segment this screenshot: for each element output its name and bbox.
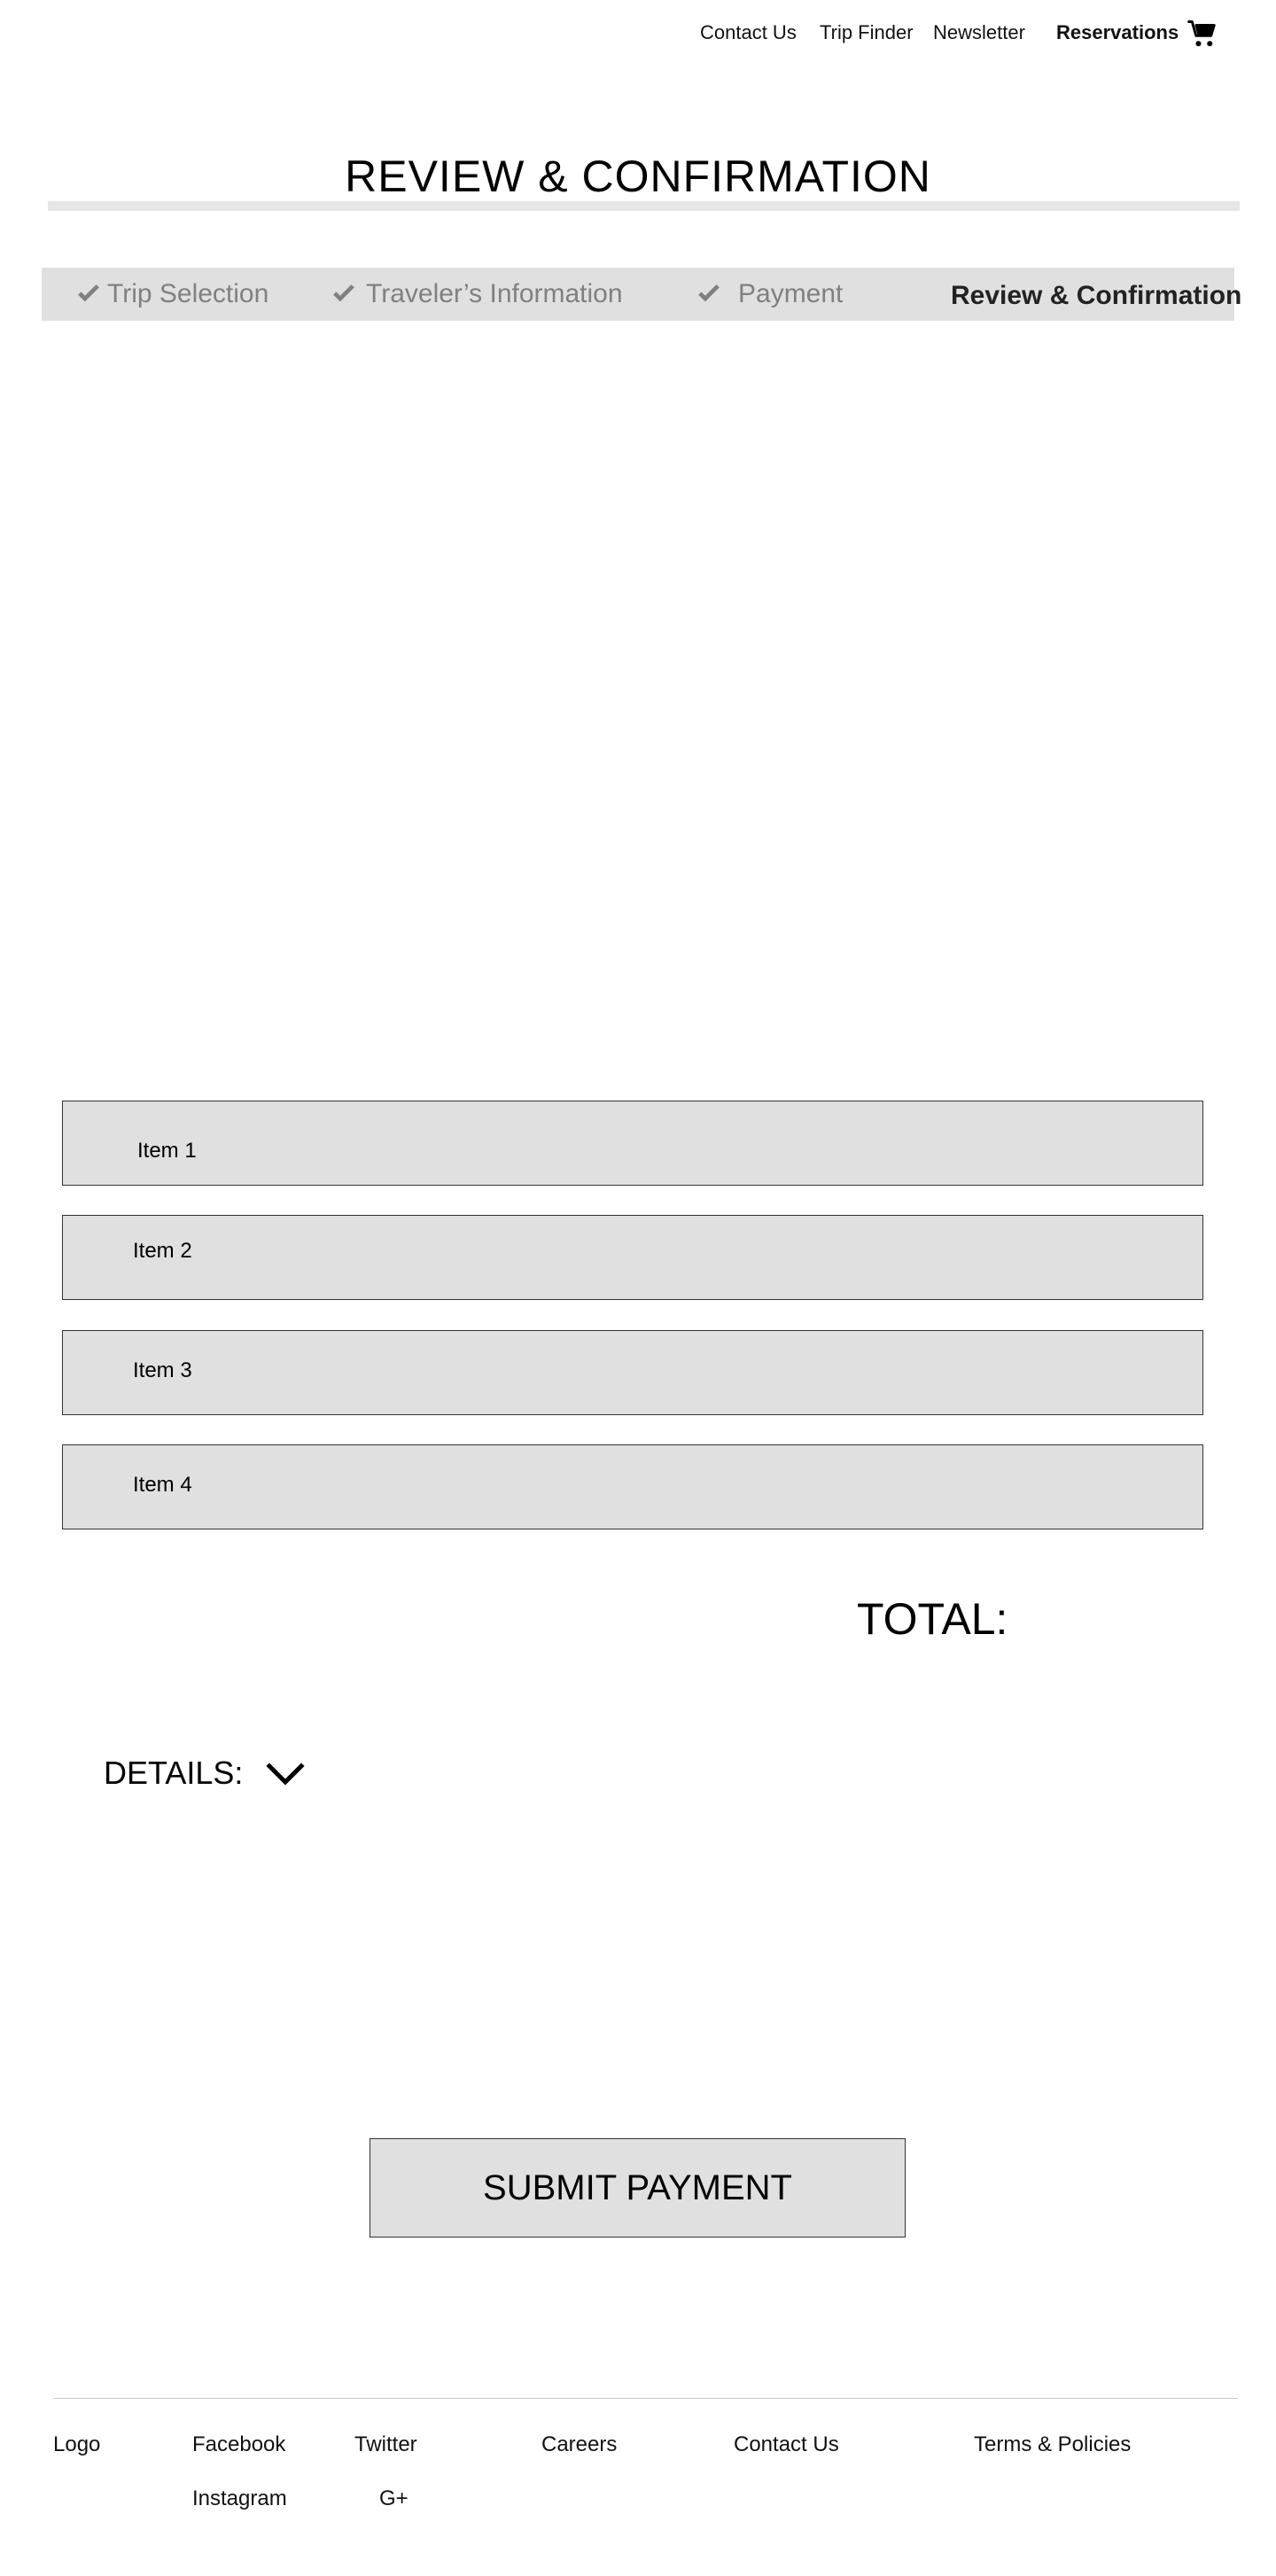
list-item[interactable]: Item 4 — [62, 1444, 1203, 1529]
item-label: Item 1 — [137, 1139, 197, 1163]
step-travelers-information[interactable]: Traveler’s Information — [331, 268, 623, 321]
item-label: Item 4 — [133, 1473, 192, 1497]
step-trip-selection[interactable]: Trip Selection — [75, 268, 268, 321]
item-label: Item 2 — [133, 1239, 192, 1263]
check-icon — [698, 284, 720, 302]
footer-twitter-link[interactable]: Twitter — [354, 2432, 417, 2457]
check-icon — [78, 284, 99, 302]
step-label: Traveler’s Information — [366, 279, 623, 308]
nav-newsletter[interactable]: Newsletter — [933, 21, 1025, 44]
nav-contact-us[interactable]: Contact Us — [700, 21, 797, 44]
footer-facebook-link[interactable]: Facebook — [192, 2432, 285, 2457]
progress-stepper: Trip Selection Traveler’s Information Pa… — [42, 268, 1241, 321]
total-label: TOTAL: — [857, 1594, 1008, 1644]
submit-payment-button[interactable]: SUBMIT PAYMENT — [370, 2138, 906, 2237]
title-divider — [48, 201, 1240, 211]
nav-reservations[interactable]: Reservations — [1056, 21, 1179, 44]
nav-trip-finder[interactable]: Trip Finder — [820, 21, 914, 44]
step-label: Trip Selection — [107, 279, 269, 308]
footer-logo[interactable]: Logo — [53, 2432, 100, 2457]
footer-instagram-link[interactable]: Instagram — [192, 2487, 287, 2511]
check-icon — [333, 284, 354, 302]
shopping-cart-icon[interactable] — [1187, 18, 1218, 54]
list-item[interactable]: Item 1 — [62, 1101, 1203, 1186]
footer-gplus-link[interactable]: G+ — [379, 2487, 408, 2511]
details-label: DETAILS: — [104, 1755, 244, 1791]
list-item[interactable]: Item 2 — [62, 1215, 1203, 1300]
step-payment[interactable]: Payment — [696, 268, 843, 321]
list-item[interactable]: Item 3 — [62, 1330, 1203, 1415]
footer-divider — [53, 2398, 1238, 2399]
footer-careers-link[interactable]: Careers — [541, 2432, 617, 2457]
step-label: Review & Confirmation — [951, 281, 1242, 310]
footer-contact-us-link[interactable]: Contact Us — [734, 2432, 839, 2457]
item-label: Item 3 — [133, 1358, 192, 1382]
step-review-confirmation[interactable]: Review & Confirmation — [951, 269, 1241, 323]
top-nav: Contact Us Trip Finder Newsletter Reserv… — [0, 0, 1276, 71]
page-title: REVIEW & CONFIRMATION — [345, 152, 931, 201]
footer-terms-link[interactable]: Terms & Policies — [974, 2432, 1131, 2457]
chevron-down-icon[interactable] — [266, 1761, 305, 1787]
step-label: Payment — [738, 279, 844, 308]
